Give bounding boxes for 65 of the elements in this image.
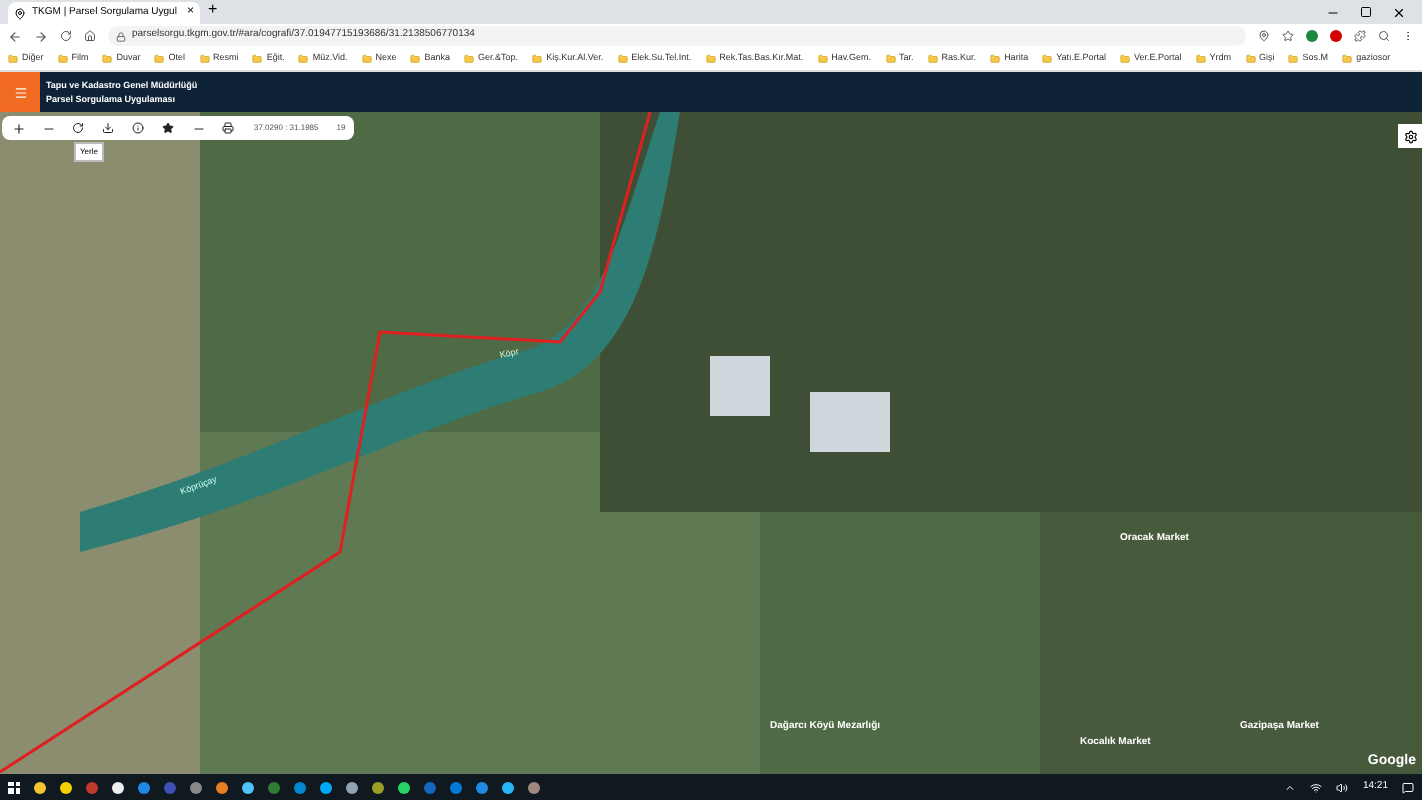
- search-icon[interactable]: [1378, 30, 1390, 42]
- folder-icon: [1288, 54, 1299, 64]
- taskbar-app-icon[interactable]: [34, 781, 46, 793]
- folder-icon: [1342, 54, 1353, 64]
- taskbar-app-icon[interactable]: [320, 781, 332, 793]
- notification-icon[interactable]: [1402, 781, 1414, 793]
- settings-icon: [1403, 129, 1417, 143]
- taskbar-app-icon[interactable]: [112, 781, 124, 793]
- speaker-icon[interactable]: [1336, 781, 1349, 793]
- location-pin-icon[interactable]: [1258, 30, 1270, 42]
- folder-icon: [8, 54, 18, 64]
- folder-icon: [617, 54, 628, 64]
- windows-start-icon[interactable]: [8, 781, 20, 793]
- refresh-icon: [72, 122, 84, 134]
- star-icon: [162, 122, 174, 134]
- maximize-icon[interactable]: [1360, 6, 1372, 18]
- forward-icon[interactable]: [34, 29, 48, 43]
- star-icon[interactable]: [1282, 30, 1294, 42]
- new-tab-button[interactable]: +: [208, 0, 218, 22]
- folder-icon: [927, 54, 938, 64]
- folder-icon: [102, 54, 113, 64]
- greenhouse-drawing: [810, 392, 890, 452]
- reload-icon[interactable]: [60, 30, 72, 42]
- folder-icon: [1042, 54, 1053, 64]
- download-icon: [102, 122, 114, 134]
- taskbar-app-icon[interactable]: [346, 781, 358, 793]
- puzzle-icon[interactable]: [1354, 30, 1366, 42]
- settings-button[interactable]: [1398, 124, 1422, 148]
- folder-icon: [252, 54, 263, 64]
- folder-icon: [154, 54, 165, 64]
- taskbar-app-icon[interactable]: [60, 781, 72, 793]
- taskbar-app-icon[interactable]: [372, 781, 384, 793]
- home-icon[interactable]: [84, 30, 96, 42]
- folder-icon: [532, 54, 543, 64]
- folder-icon: [817, 54, 828, 64]
- network-icon[interactable]: [1310, 781, 1323, 793]
- taskbar-app-icon[interactable]: [398, 781, 410, 793]
- info-icon: [132, 122, 144, 134]
- minimize-icon[interactable]: [1326, 6, 1340, 20]
- plus-icon: [11, 121, 25, 135]
- info-button[interactable]: [126, 116, 150, 140]
- folder-icon: [464, 54, 475, 64]
- folder-icon: [361, 54, 372, 64]
- close-icon[interactable]: [1392, 6, 1406, 20]
- folder-icon: [298, 54, 309, 64]
- taskbar-app-icon[interactable]: [502, 781, 514, 793]
- printer-icon: [222, 122, 234, 134]
- folder-icon: [1195, 54, 1206, 64]
- folder-icon: [885, 54, 896, 64]
- back-icon[interactable]: [8, 29, 22, 43]
- location-pin-icon: [14, 7, 26, 19]
- print-button[interactable]: [216, 116, 240, 140]
- folder-icon: [410, 54, 421, 64]
- folder-icon: [1120, 54, 1131, 64]
- folder-icon: [199, 54, 210, 64]
- menu-icon: [13, 85, 27, 99]
- taskbar-app-icon[interactable]: [242, 781, 254, 793]
- folder-icon: [990, 54, 1001, 64]
- folder-icon: [705, 54, 716, 64]
- folder-icon: [1245, 54, 1256, 64]
- folder-icon: [57, 54, 68, 64]
- taskbar-app-icon[interactable]: [216, 781, 228, 793]
- greenhouse-drawing: [710, 356, 770, 416]
- lock-icon: [116, 31, 126, 41]
- chevron-up-icon[interactable]: [1284, 781, 1297, 793]
